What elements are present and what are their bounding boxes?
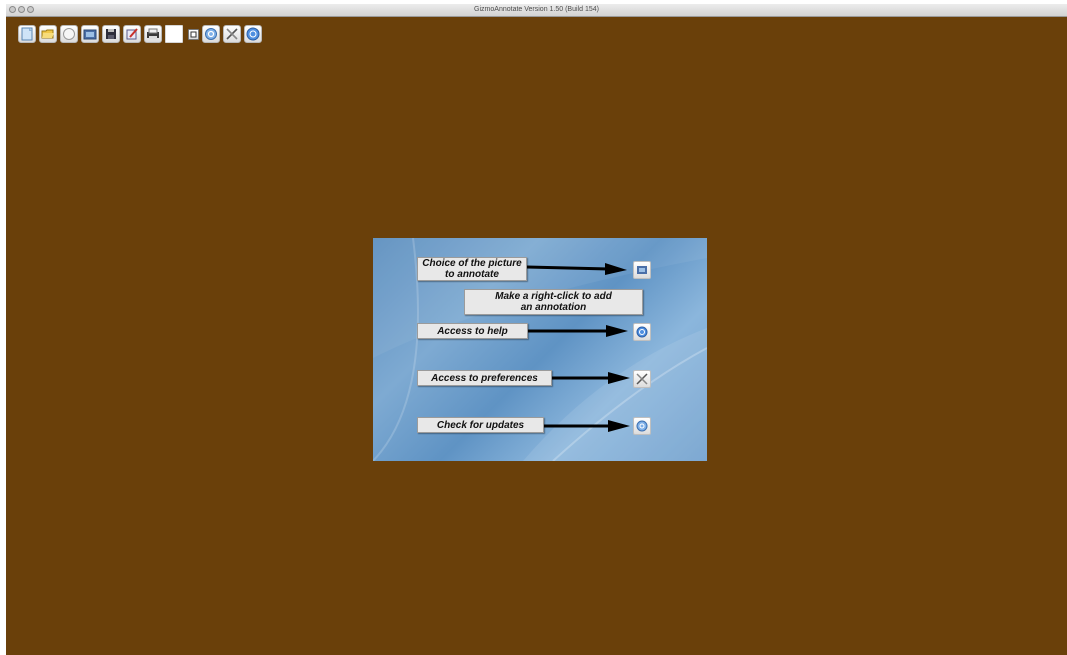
updates-check-label: Check for updates (417, 417, 544, 433)
help-access-label: Access to help (417, 323, 528, 339)
picture-choice-button[interactable] (81, 25, 99, 43)
clock-icon (63, 28, 75, 40)
history-button[interactable] (60, 25, 78, 43)
new-document-button[interactable] (18, 25, 36, 43)
open-folder-icon (41, 29, 54, 39)
updates-mini-button (633, 417, 651, 435)
new-document-icon (21, 27, 33, 41)
print-icon (147, 28, 159, 39)
open-button[interactable] (39, 25, 57, 43)
arrow-to-picture-icon (527, 263, 627, 275)
help-icon (246, 27, 260, 41)
export-button[interactable] (123, 25, 141, 43)
picture-choice-label: Choice of the picture to annotate (417, 257, 527, 281)
preferences-tools-icon (226, 28, 238, 40)
picture-choice-mini-button (633, 261, 651, 279)
help-button[interactable] (244, 25, 262, 43)
frame-icon (190, 31, 197, 38)
check-updates-button[interactable] (202, 25, 220, 43)
preferences-button[interactable] (223, 25, 241, 43)
color-swatch-button[interactable] (165, 25, 183, 43)
frame-button[interactable] (188, 29, 199, 40)
help-mini-button (633, 323, 651, 341)
save-disk-icon (106, 29, 116, 39)
preferences-tools-icon (636, 373, 648, 385)
print-button[interactable] (144, 25, 162, 43)
picture-choice-icon (637, 266, 647, 274)
arrow-to-preferences-icon (552, 372, 630, 384)
title-bar: GizmoAnnotate Version 1.50 (Build 154) (6, 4, 1067, 17)
arrow-to-updates-icon (544, 420, 630, 432)
check-updates-icon (636, 420, 648, 432)
right-click-hint: Make a right-click to add an annotation (464, 289, 643, 315)
help-icon (636, 326, 648, 338)
arrow-to-help-icon (528, 325, 628, 337)
check-updates-icon (205, 28, 217, 40)
app-window: GizmoAnnotate Version 1.50 (Build 154) C… (6, 4, 1067, 655)
export-icon (126, 28, 138, 40)
preferences-mini-button (633, 370, 651, 388)
save-button[interactable] (102, 25, 120, 43)
picture-choice-icon (83, 29, 97, 40)
right-click-hint-text: Make a right-click to add an annotation (495, 291, 612, 313)
help-overlay-panel: Choice of the picture to annotate Make a… (373, 238, 707, 461)
preferences-access-label: Access to preferences (417, 370, 552, 386)
window-title: GizmoAnnotate Version 1.50 (Build 154) (474, 6, 599, 13)
picture-choice-label-text: Choice of the picture to annotate (422, 258, 522, 280)
